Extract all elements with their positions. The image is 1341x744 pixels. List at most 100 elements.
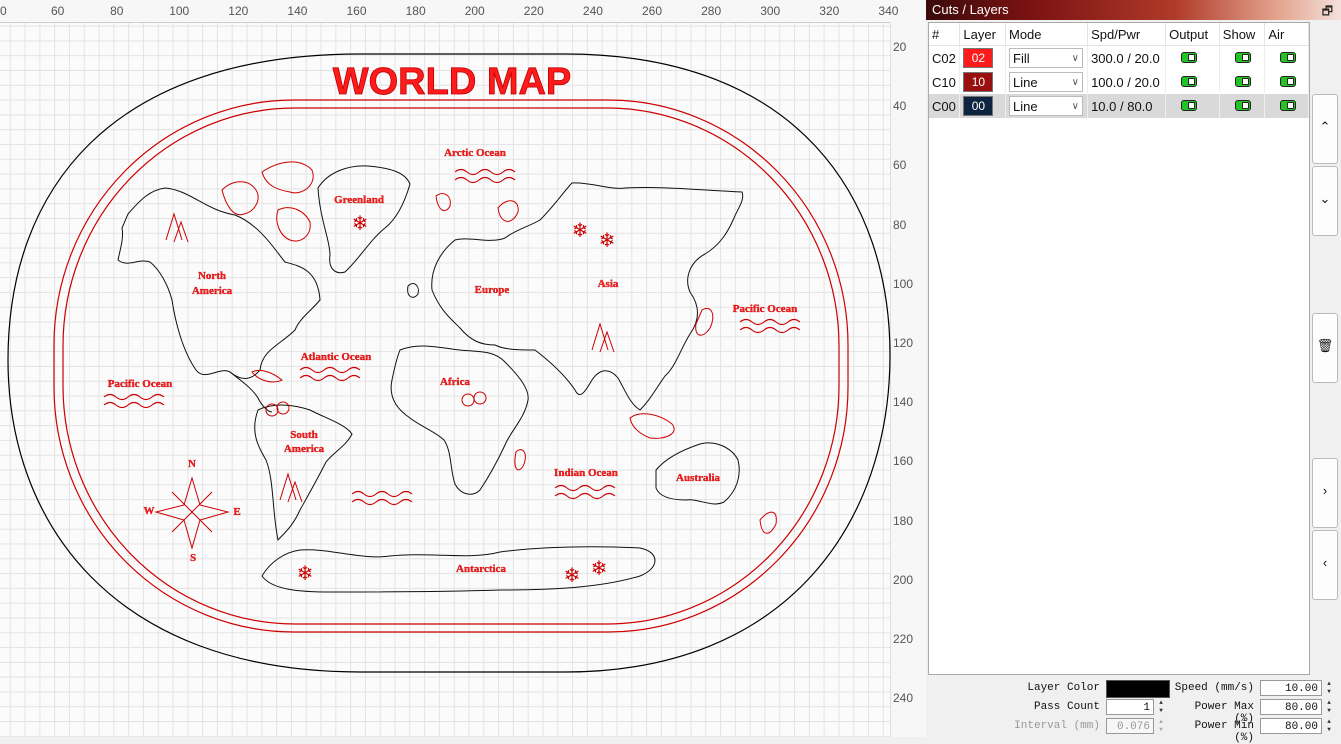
- restore-icon[interactable]: 🗗: [1322, 2, 1333, 23]
- north-america-outline: [117, 187, 321, 379]
- label-north-america: North: [198, 270, 226, 282]
- snowflake-icon: ❄: [591, 556, 608, 580]
- layer-color-swatch[interactable]: 00: [963, 96, 994, 116]
- svalbard-islands: [435, 193, 451, 212]
- output-cell: [1165, 94, 1220, 118]
- air-toggle[interactable]: [1280, 51, 1297, 63]
- label-europe: Europe: [475, 284, 510, 296]
- mode-select[interactable]: Line ∨: [1009, 72, 1083, 92]
- snowflake-icon: ❄: [297, 561, 314, 585]
- show-toggle[interactable]: [1234, 99, 1251, 111]
- output-cell: [1165, 70, 1220, 94]
- interval-input[interactable]: 0.076: [1106, 718, 1154, 734]
- pass-count-label: Pass Count: [1033, 701, 1100, 713]
- interval-stepper[interactable]: ▲ ▼: [1156, 718, 1166, 734]
- speed-stepper[interactable]: ▲ ▼: [1324, 680, 1334, 696]
- speed-power: 10.0 / 80.0: [1087, 94, 1167, 118]
- move-down-button[interactable]: ⌄: [1312, 166, 1338, 236]
- power-min-stepper[interactable]: ▲ ▼: [1324, 718, 1334, 734]
- column-header[interactable]: Spd/Pwr: [1087, 23, 1167, 46]
- ruler-tick: 200: [893, 572, 914, 587]
- ruler-tick: 60: [893, 158, 907, 173]
- chevron-right-icon: ›: [1322, 483, 1328, 498]
- column-header[interactable]: Show: [1219, 23, 1266, 46]
- show-cell: [1219, 94, 1266, 118]
- speed-input[interactable]: 10.00: [1260, 680, 1322, 696]
- panel-title: Cuts / Layers: [932, 2, 1009, 17]
- arctic-islands: [261, 161, 314, 194]
- tree-icon: [473, 391, 487, 405]
- chevron-down-icon: ∨: [1071, 53, 1079, 64]
- air-cell: [1264, 70, 1309, 94]
- design-canvas[interactable]: 0 60 80 100 120 140 160 180 200 220 240 260 280 300 3…: [0, 0, 926, 737]
- mountain-icon: [591, 322, 615, 353]
- label-africa: Africa: [440, 376, 470, 388]
- interval-label: Interval (mm): [1014, 720, 1100, 732]
- wave: [103, 401, 165, 409]
- pass-count-input[interactable]: 1: [1106, 699, 1154, 715]
- mode-value: Fill: [1013, 51, 1030, 66]
- mode-select[interactable]: Fill ∨: [1009, 48, 1083, 68]
- wave: [299, 374, 361, 382]
- africa-outline: [390, 345, 529, 495]
- layer-cell: 10: [959, 70, 1006, 94]
- column-header[interactable]: Output: [1165, 23, 1220, 46]
- column-header[interactable]: Layer: [959, 23, 1006, 46]
- pass-count-stepper[interactable]: ▲ ▼: [1156, 699, 1166, 715]
- column-header[interactable]: Mode: [1005, 23, 1089, 46]
- speed-power: 100.0 / 20.0: [1087, 70, 1167, 94]
- layer-color-swatch[interactable]: 02: [963, 48, 994, 68]
- mode-value: Line: [1013, 75, 1038, 90]
- power-max-input[interactable]: 80.00: [1260, 699, 1322, 715]
- layer-row[interactable]: C10 10 Line ∨ 100.0 / 20.0: [929, 70, 1309, 94]
- snowflake-icon: ❄: [599, 228, 616, 252]
- wave: [739, 318, 801, 326]
- tree-icon: [276, 401, 290, 415]
- layer-row[interactable]: C00 00 Line ∨ 10.0 / 80.0: [929, 94, 1309, 118]
- column-header[interactable]: #: [929, 23, 961, 46]
- mode-select[interactable]: Line ∨: [1009, 96, 1083, 116]
- delete-layer-button[interactable]: 🗑: [1312, 313, 1338, 383]
- output-toggle[interactable]: [1181, 75, 1198, 87]
- chevron-down-icon: ∨: [1071, 101, 1079, 112]
- ruler-tick: 120: [893, 336, 914, 350]
- air-toggle[interactable]: [1280, 99, 1297, 111]
- label-atlantic: Atlantic Ocean: [301, 351, 372, 363]
- power-min-input[interactable]: 80.00: [1260, 718, 1322, 734]
- compass-rose: [154, 476, 230, 550]
- ruler-tick: 240: [893, 691, 914, 706]
- mode-cell: Line ∨: [1005, 94, 1089, 118]
- layer-color-swatch[interactable]: 10: [963, 72, 994, 92]
- label-greenland: Greenland: [334, 194, 384, 206]
- layer-id: C00: [929, 94, 961, 118]
- collapse-left-button[interactable]: ‹: [1312, 530, 1338, 600]
- label-pacific-right: Pacific Ocean: [733, 303, 797, 315]
- output-toggle[interactable]: [1181, 51, 1198, 63]
- arctic-islands: [276, 207, 311, 242]
- table-header: # Layer Mode Spd/Pwr Output Show Air: [929, 23, 1309, 46]
- eurasia-outline: [431, 182, 744, 411]
- layer-row[interactable]: C02 02 Fill ∨ 300.0 / 20.0: [929, 45, 1309, 70]
- show-cell: [1219, 45, 1266, 70]
- world-map-drawing[interactable]: WORLD MAP ❄ ❄ ❄ ❄ ❄ ❄ Arctic Ocean Green…: [0, 0, 926, 737]
- power-max-stepper[interactable]: ▲ ▼: [1324, 699, 1334, 715]
- show-toggle[interactable]: [1234, 75, 1251, 87]
- compass-w: W: [144, 505, 155, 517]
- layers-table: # Layer Mode Spd/Pwr Output Show Air C02 02 Fill…: [928, 22, 1310, 675]
- column-header[interactable]: Air: [1264, 23, 1309, 46]
- air-toggle[interactable]: [1280, 75, 1297, 87]
- wave: [351, 498, 413, 506]
- layer-color-swatch[interactable]: [1106, 680, 1170, 698]
- show-toggle[interactable]: [1234, 51, 1251, 63]
- wave: [454, 176, 516, 184]
- move-up-button[interactable]: ⌃: [1312, 94, 1338, 164]
- expand-right-button[interactable]: ›: [1312, 458, 1338, 528]
- layer-cell: 02: [959, 45, 1006, 70]
- layer-color-label: Layer Color: [1027, 682, 1100, 694]
- air-cell: [1264, 45, 1309, 70]
- output-toggle[interactable]: [1181, 99, 1198, 111]
- ruler-tick: 140: [893, 395, 914, 410]
- wave: [554, 484, 616, 492]
- south-america-outline: [254, 404, 353, 542]
- layer-id: C02: [929, 45, 961, 70]
